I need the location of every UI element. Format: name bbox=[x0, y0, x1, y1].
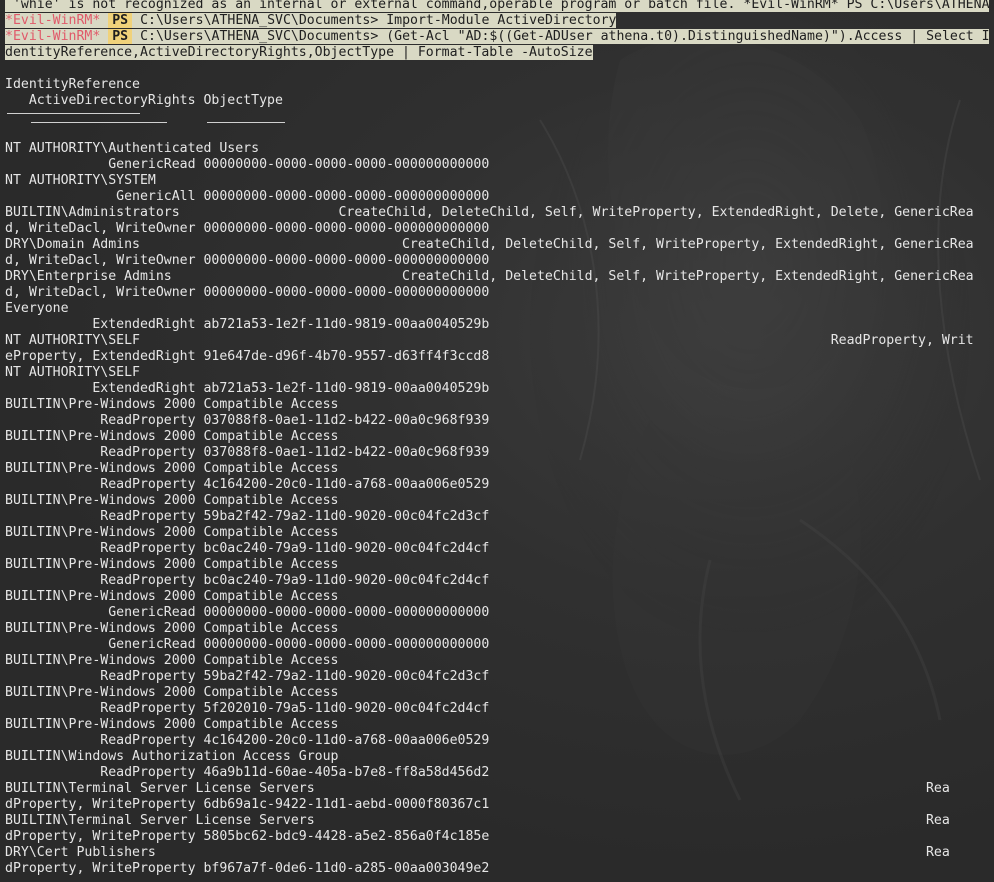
output-line: ExtendedRight ab721a53-1e2f-11d0-9819-00… bbox=[5, 317, 490, 332]
output-line: ReadProperty 037088f8-0ae1-11d2-b422-00a… bbox=[5, 413, 490, 428]
output-line: BUILTIN\Terminal Server License Servers … bbox=[5, 781, 950, 796]
output-line: BUILTIN\Pre-Windows 2000 Compatible Acce… bbox=[5, 429, 339, 444]
output-line: DRY\Enterprise Admins CreateChild, Delet… bbox=[5, 269, 974, 284]
ps-badge: PS bbox=[108, 29, 133, 44]
output-line: d, WriteDacl, WriteOwner 00000000-0000-0… bbox=[5, 285, 490, 300]
prompt-path: C:\Users\ATHENA_SVC\Documents> bbox=[140, 13, 379, 28]
partial-error-line: 'whie' is not recognized as an internal … bbox=[5, 0, 989, 13]
output-line: BUILTIN\Pre-Windows 2000 Compatible Acce… bbox=[5, 589, 339, 604]
output-line: BUILTIN\Pre-Windows 2000 Compatible Acce… bbox=[5, 397, 339, 412]
prompt-path: C:\Users\ATHENA_SVC\Documents> bbox=[140, 29, 379, 44]
output-line: DRY\Cert Publishers Rea bbox=[5, 845, 950, 860]
output-line: BUILTIN\Pre-Windows 2000 Compatible Acce… bbox=[5, 621, 339, 636]
output-line: DRY\Domain Admins CreateChild, DeleteChi… bbox=[5, 237, 974, 252]
output-line: ReadProperty 4c164200-20c0-11d0-a768-00a… bbox=[5, 477, 490, 492]
output-line: GenericRead 00000000-0000-0000-0000-0000… bbox=[5, 605, 490, 620]
prompt-prefix: *Evil-WinRM* bbox=[5, 13, 101, 28]
output-line: ReadProperty 5f202010-79a5-11d0-9020-00c… bbox=[5, 701, 490, 716]
output-line: BUILTIN\Administrators CreateChild, Dele… bbox=[5, 205, 974, 220]
prompt-prefix: *Evil-WinRM* bbox=[5, 29, 101, 44]
output-line: ReadProperty 59ba2f42-79a2-11d0-9020-00c… bbox=[5, 669, 490, 684]
output-line: GenericRead 00000000-0000-0000-0000-0000… bbox=[5, 157, 490, 172]
acl-output-list: NT AUTHORITY\Authenticated Users Generic… bbox=[5, 141, 989, 877]
table-header-underline bbox=[5, 109, 989, 125]
output-line: NT AUTHORITY\Authenticated Users bbox=[5, 141, 260, 156]
output-line: BUILTIN\Windows Authorization Access Gro… bbox=[5, 749, 339, 764]
output-line: eProperty, ExtendedRight 91e647de-d96f-4… bbox=[5, 349, 490, 364]
command-line[interactable]: *Evil-WinRM* PS C:\Users\ATHENA_SVC\Docu… bbox=[5, 13, 989, 29]
output-line: d, WriteDacl, WriteOwner 00000000-0000-0… bbox=[5, 221, 490, 236]
output-line: ReadProperty bc0ac240-79a9-11d0-9020-00c… bbox=[5, 573, 490, 588]
output-line: NT AUTHORITY\SELF ReadProperty, Writ bbox=[5, 333, 974, 348]
output-line: BUILTIN\Pre-Windows 2000 Compatible Acce… bbox=[5, 461, 339, 476]
output-line: dProperty, WriteProperty bf967a7f-0de6-1… bbox=[5, 861, 490, 876]
ps-badge: PS bbox=[108, 13, 133, 28]
output-line: ReadProperty 037088f8-0ae1-11d2-b422-00a… bbox=[5, 445, 490, 460]
terminal-output: 'whie' is not recognized as an internal … bbox=[5, 0, 989, 877]
command-wrap-line: dentityReference,ActiveDirectoryRights,O… bbox=[5, 45, 593, 60]
terminal-window[interactable]: 'whie' is not recognized as an internal … bbox=[0, 0, 994, 882]
output-line: BUILTIN\Pre-Windows 2000 Compatible Acce… bbox=[5, 493, 339, 508]
output-line: ReadProperty bc0ac240-79a9-11d0-9020-00c… bbox=[5, 541, 490, 556]
output-line: ReadProperty 4c164200-20c0-11d0-a768-00a… bbox=[5, 733, 490, 748]
output-line: ReadProperty 46a9b11d-60ae-405a-b7e8-ff8… bbox=[5, 765, 490, 780]
output-line: Everyone bbox=[5, 301, 69, 316]
output-line: d, WriteDacl, WriteOwner 00000000-0000-0… bbox=[5, 253, 490, 268]
output-line: NT AUTHORITY\SYSTEM bbox=[5, 173, 156, 188]
output-line: GenericRead 00000000-0000-0000-0000-0000… bbox=[5, 637, 490, 652]
output-line: BUILTIN\Pre-Windows 2000 Compatible Acce… bbox=[5, 557, 339, 572]
output-line: BUILTIN\Pre-Windows 2000 Compatible Acce… bbox=[5, 525, 339, 540]
table-header-line: IdentityReference bbox=[5, 77, 140, 92]
command-line[interactable]: *Evil-WinRM* PS C:\Users\ATHENA_SVC\Docu… bbox=[5, 29, 989, 45]
output-line: dProperty, WriteProperty 5805bc62-bdc9-4… bbox=[5, 829, 490, 844]
output-line: BUILTIN\Pre-Windows 2000 Compatible Acce… bbox=[5, 685, 339, 700]
table-header-line: ActiveDirectoryRights ObjectType bbox=[5, 93, 283, 108]
output-line: ReadProperty 59ba2f42-79a2-11d0-9020-00c… bbox=[5, 509, 490, 524]
command-text: Import-Module ActiveDirectory bbox=[378, 13, 617, 28]
output-line: dProperty, WriteProperty 6db69a1c-9422-1… bbox=[5, 797, 490, 812]
output-line: BUILTIN\Pre-Windows 2000 Compatible Acce… bbox=[5, 717, 339, 732]
output-line: GenericAll 00000000-0000-0000-0000-00000… bbox=[5, 189, 490, 204]
output-line: BUILTIN\Terminal Server License Servers … bbox=[5, 813, 950, 828]
output-line: BUILTIN\Pre-Windows 2000 Compatible Acce… bbox=[5, 653, 339, 668]
output-line: ExtendedRight ab721a53-1e2f-11d0-9819-00… bbox=[5, 381, 490, 396]
output-line: NT AUTHORITY\SELF bbox=[5, 365, 140, 380]
command-text: (Get-Acl "AD:$((Get-ADUser athena.t0).Di… bbox=[378, 29, 989, 44]
